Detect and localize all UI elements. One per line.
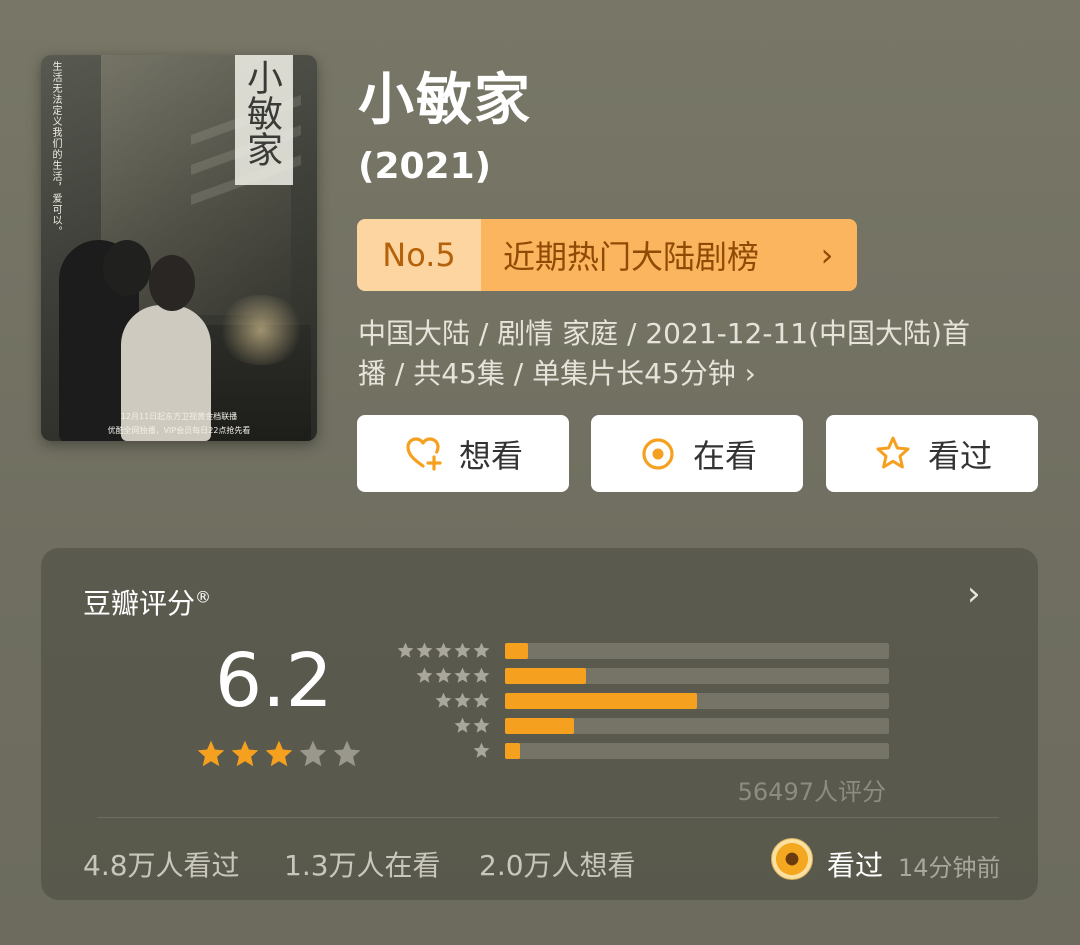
meta-line-2: 播 / 共45集 / 单集片长45分钟 xyxy=(358,357,736,390)
chevron-right-icon[interactable]: › xyxy=(967,574,981,614)
star-small-icon xyxy=(416,642,433,658)
poster-caption: 生活无法定义我们的生活，爱可以。 xyxy=(50,61,61,237)
poster-bottom-line-2: 优酷全网独播，VIP会员每日22点抢先看 xyxy=(107,426,251,435)
star-filled-icon xyxy=(231,740,259,767)
rating-title: 豆瓣评分 xyxy=(83,587,196,620)
star-small-icon xyxy=(454,667,471,683)
star-small-icon xyxy=(397,642,414,658)
star-empty-icon xyxy=(333,740,361,767)
rating-bar-row-1 xyxy=(391,738,889,763)
star-filled-icon xyxy=(265,740,293,767)
watching-label: 在看 xyxy=(692,436,757,475)
rating-bar-track xyxy=(505,742,889,759)
rating-score: 6.2 xyxy=(215,638,333,724)
rating-title-wrap: 豆瓣评分® xyxy=(83,582,211,622)
star-small-icon xyxy=(416,667,433,683)
rating-bar-fill xyxy=(505,692,697,709)
star-small-icon xyxy=(454,642,471,658)
poster-bottom-line-1: 12月11日起东方卫视黄金档联播 xyxy=(120,412,238,421)
rating-bar-stars xyxy=(391,741,491,760)
rating-stars xyxy=(195,738,363,770)
chevron-right-icon: › xyxy=(744,357,756,390)
rating-count: 56497人评分 xyxy=(737,778,886,806)
rating-bar-row-3 xyxy=(391,688,889,713)
user-status-time: 14分钟前 xyxy=(898,854,1001,882)
watched-label: 看过 xyxy=(927,436,992,475)
rating-bar-stars xyxy=(391,691,491,710)
rating-bar-stars xyxy=(391,716,491,735)
poster-lamp-glow xyxy=(216,295,306,365)
rating-bar-fill xyxy=(505,742,521,759)
poster-figure-woman-head xyxy=(149,255,195,311)
poster-figure-man-head xyxy=(103,240,151,296)
rating-bar-fill xyxy=(505,642,529,659)
meta-line-1: 中国大陆 / 剧情 家庭 / 2021-12-11(中国大陆)首 xyxy=(358,317,970,350)
rating-bar-track xyxy=(505,692,889,709)
rating-bar-row-5 xyxy=(391,638,889,663)
star-small-icon xyxy=(473,642,490,658)
rating-bar-fill xyxy=(505,667,586,684)
poster-image[interactable]: 生活无法定义我们的生活，爱可以。 小敏家 12月11日起东方卫视黄金档联播 优酷… xyxy=(41,55,317,441)
divider xyxy=(97,817,999,818)
poster-title-art: 小敏家 xyxy=(241,59,282,167)
rank-badge[interactable]: No.5 近期热门大陆剧榜 › xyxy=(357,219,857,291)
meta-line-2-wrap: 播 / 共45集 / 单集片长45分钟 › xyxy=(358,354,1018,394)
star-small-icon xyxy=(473,692,490,708)
want-to-watch-label: 想看 xyxy=(458,436,523,475)
stat-watched[interactable]: 4.8万人看过 xyxy=(83,844,240,884)
star-small-icon xyxy=(473,742,490,758)
star-small-icon xyxy=(454,717,471,733)
rating-bar-track xyxy=(505,717,889,734)
rank-number: No.5 xyxy=(357,219,481,291)
show-meta[interactable]: 中国大陆 / 剧情 家庭 / 2021-12-11(中国大陆)首 播 / 共45… xyxy=(358,314,1018,394)
show-title: 小敏家 xyxy=(358,68,532,133)
rating-card[interactable]: 豆瓣评分® › 6.2 56497人评分 4.8万人看过 1.3万人在看 2.0… xyxy=(41,548,1038,900)
star-outline-icon xyxy=(876,436,910,468)
stat-want[interactable]: 2.0万人想看 xyxy=(479,844,636,884)
rating-bar-track xyxy=(505,667,889,684)
rating-bar-row-4 xyxy=(391,663,889,688)
chevron-right-icon: › xyxy=(797,219,857,291)
rating-bar-stars xyxy=(391,666,491,685)
star-small-icon xyxy=(454,692,471,708)
want-to-watch-button[interactable]: 想看 xyxy=(357,415,569,492)
heart-plus-icon xyxy=(406,436,442,471)
star-small-icon xyxy=(435,642,452,658)
rating-bar-row-2 xyxy=(391,713,889,738)
watched-button[interactable]: 看过 xyxy=(826,415,1038,492)
star-small-icon xyxy=(473,667,490,683)
watching-button[interactable]: 在看 xyxy=(591,415,803,492)
avatar[interactable] xyxy=(771,838,813,880)
registered-mark: ® xyxy=(195,587,212,607)
rating-bar-fill xyxy=(505,717,575,734)
stat-watching[interactable]: 1.3万人在看 xyxy=(284,844,441,884)
rating-bar-stars xyxy=(391,641,491,660)
target-circle-icon xyxy=(642,437,674,470)
star-small-icon xyxy=(435,667,452,683)
star-empty-icon xyxy=(299,740,327,767)
star-small-icon xyxy=(435,692,452,708)
user-status: 看过 xyxy=(827,849,884,882)
star-filled-icon xyxy=(197,740,225,767)
star-small-icon xyxy=(473,717,490,733)
show-year: (2021) xyxy=(358,146,492,187)
rank-label: 近期热门大陆剧榜 xyxy=(481,219,797,291)
rating-bar-track xyxy=(505,642,889,659)
rating-distribution xyxy=(391,638,889,763)
